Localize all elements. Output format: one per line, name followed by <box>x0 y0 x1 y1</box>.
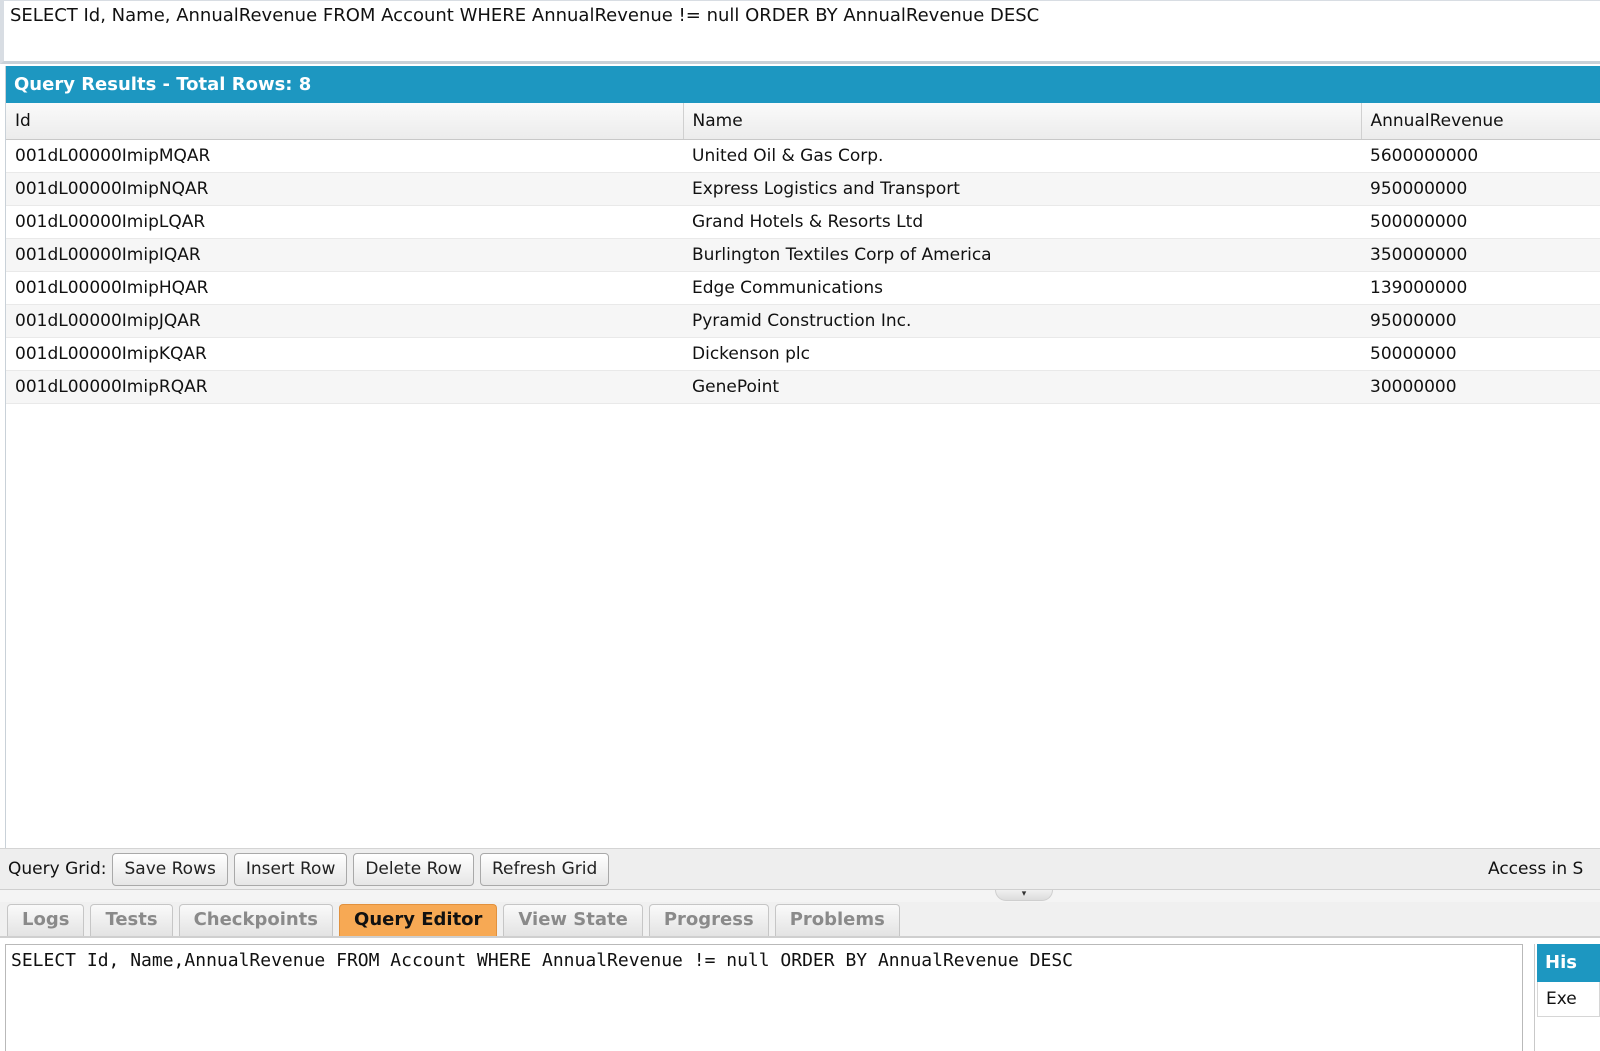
query-results-header: Query Results - Total Rows: 8 <box>6 66 1600 103</box>
history-item[interactable]: Exe <box>1537 982 1600 1017</box>
table-row[interactable]: 001dL00000ImipLQAR Grand Hotels & Resort… <box>6 205 1600 239</box>
tab-query-editor[interactable]: Query Editor <box>339 904 498 936</box>
cell-annualrevenue[interactable]: 95000000 <box>1361 304 1600 338</box>
tab-checkpoints[interactable]: Checkpoints <box>178 904 334 936</box>
table-row[interactable]: 001dL00000ImipRQAR GenePoint 30000000 <box>6 370 1600 404</box>
cell-id[interactable]: 001dL00000ImipRQAR <box>6 370 683 404</box>
cell-annualrevenue[interactable]: 500000000 <box>1361 205 1600 239</box>
column-header-annualrevenue[interactable]: AnnualRevenue <box>1361 103 1600 140</box>
delete-row-button[interactable]: Delete Row <box>353 852 474 886</box>
tab-view-state[interactable]: View State <box>503 904 643 936</box>
cell-name[interactable]: GenePoint <box>683 370 1361 404</box>
cell-name[interactable]: Grand Hotels & Resorts Ltd <box>683 205 1361 239</box>
insert-row-button[interactable]: Insert Row <box>233 852 348 886</box>
column-header-name[interactable]: Name <box>683 103 1362 140</box>
table-row[interactable]: 001dL00000ImipIQAR Burlington Textiles C… <box>6 238 1600 272</box>
cell-annualrevenue[interactable]: 950000000 <box>1361 172 1600 206</box>
cell-id[interactable]: 001dL00000ImipHQAR <box>6 271 683 305</box>
cell-id[interactable]: 001dL00000ImipLQAR <box>6 205 683 239</box>
panel-splitter[interactable]: ▾ <box>0 890 1600 902</box>
table-row[interactable]: 001dL00000ImipHQAR Edge Communications 1… <box>6 271 1600 305</box>
tab-problems[interactable]: Problems <box>774 904 900 936</box>
query-results-panel: Query Results - Total Rows: 8 Id Name An… <box>5 66 1600 848</box>
cell-id[interactable]: 001dL00000ImipMQAR <box>6 139 683 173</box>
cell-name[interactable]: Dickenson plc <box>683 337 1361 371</box>
tab-progress[interactable]: Progress <box>648 904 769 936</box>
refresh-grid-button[interactable]: Refresh Grid <box>479 852 610 886</box>
cell-id[interactable]: 001dL00000ImipIQAR <box>6 238 683 272</box>
table-row[interactable]: 001dL00000ImipMQAR United Oil & Gas Corp… <box>6 139 1600 173</box>
cell-id[interactable]: 001dL00000ImipJQAR <box>6 304 683 338</box>
cell-name[interactable]: United Oil & Gas Corp. <box>683 139 1361 173</box>
table-header-row: Id Name AnnualRevenue <box>6 103 1600 140</box>
cell-annualrevenue[interactable]: 50000000 <box>1361 337 1600 371</box>
table-row[interactable]: 001dL00000ImipKQAR Dickenson plc 5000000… <box>6 337 1600 371</box>
query-grid-toolbar: Query Grid: Save Rows Insert Row Delete … <box>0 848 1600 890</box>
history-header: His <box>1537 944 1600 982</box>
chevron-down-icon[interactable]: ▾ <box>995 890 1053 901</box>
cell-annualrevenue[interactable]: 350000000 <box>1361 238 1600 272</box>
cell-name[interactable]: Edge Communications <box>683 271 1361 305</box>
cell-name[interactable]: Burlington Textiles Corp of America <box>683 238 1361 272</box>
column-header-id[interactable]: Id <box>6 103 684 140</box>
cell-name[interactable]: Pyramid Construction Inc. <box>683 304 1361 338</box>
history-panel: His Exe <box>1534 944 1600 1051</box>
bottom-tab-bar: Logs Tests Checkpoints Query Editor View… <box>0 902 1600 938</box>
table-row[interactable]: 001dL00000ImipNQAR Express Logistics and… <box>6 172 1600 206</box>
table-row[interactable]: 001dL00000ImipJQAR Pyramid Construction … <box>6 304 1600 338</box>
cell-id[interactable]: 001dL00000ImipNQAR <box>6 172 683 206</box>
tab-tests[interactable]: Tests <box>90 904 173 936</box>
developer-console: SELECT Id, Name, AnnualRevenue FROM Acco… <box>0 0 1600 1051</box>
cell-name[interactable]: Express Logistics and Transport <box>683 172 1361 206</box>
cell-annualrevenue[interactable]: 139000000 <box>1361 271 1600 305</box>
query-results-table: Id Name AnnualRevenue 001dL00000ImipMQAR… <box>6 103 1600 404</box>
cell-annualrevenue[interactable]: 5600000000 <box>1361 139 1600 173</box>
executed-query-text: SELECT Id, Name, AnnualRevenue FROM Acco… <box>0 0 1600 64</box>
query-editor-input[interactable]: SELECT Id, Name,AnnualRevenue FROM Accou… <box>5 944 1523 1051</box>
save-rows-button[interactable]: Save Rows <box>112 852 228 886</box>
tab-logs[interactable]: Logs <box>7 904 85 936</box>
cell-annualrevenue[interactable]: 30000000 <box>1361 370 1600 404</box>
query-grid-label: Query Grid: <box>8 859 107 879</box>
cell-id[interactable]: 001dL00000ImipKQAR <box>6 337 683 371</box>
access-in-salesforce-link[interactable]: Access in S <box>1488 849 1600 889</box>
